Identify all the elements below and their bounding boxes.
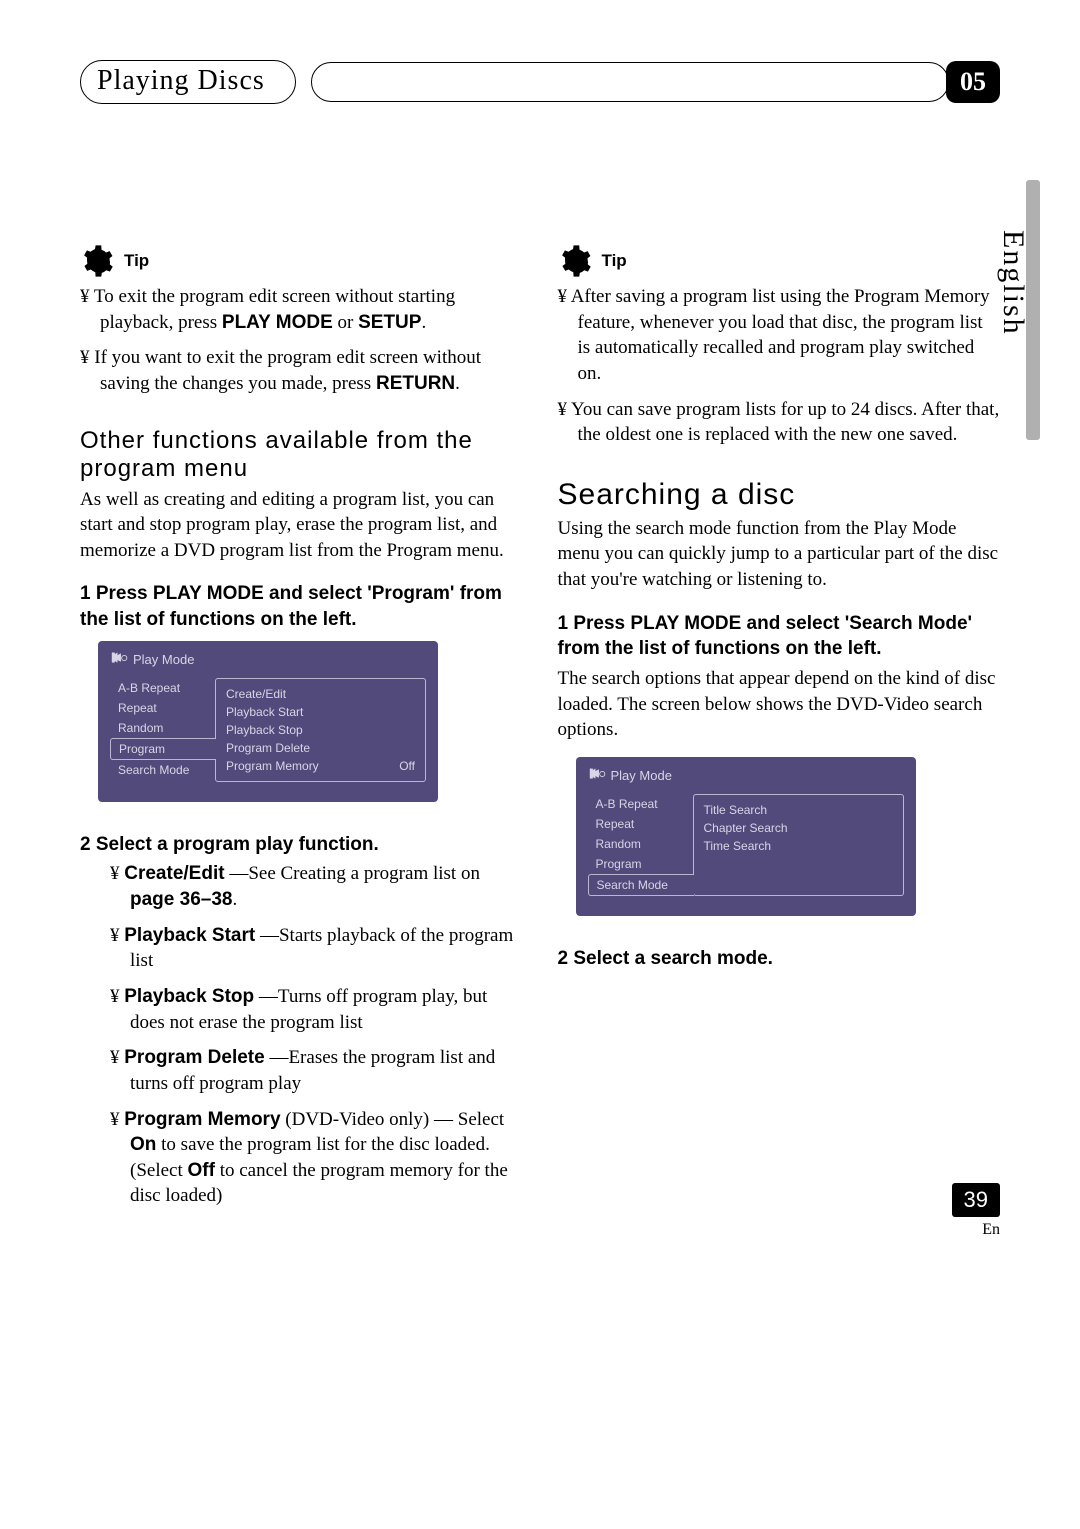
function-item: Playback Start —Starts playback of the p… [110,923,523,974]
tip-list: After saving a program list using the Pr… [558,284,1001,448]
tip-header: Tip [80,244,523,278]
osd-menu-item-selected: Program [110,738,216,760]
tip-label: Tip [602,251,627,271]
section-heading: Searching a disc [558,478,1001,512]
page-header: Playing Discs 05 [80,60,1000,104]
osd-left-list: A-B Repeat Repeat Random Program Search … [588,794,693,896]
section-title-pill: Playing Discs [80,60,296,104]
osd-option: Time Search [704,837,893,855]
header-spacer-pill [311,62,949,102]
osd-option: Playback Stop [226,721,415,739]
osd-option: Title Search [704,801,893,819]
page-footer: 39 En [952,1183,1000,1239]
osd-title: Play Mode [110,651,426,668]
osd-menu-item: A-B Repeat [110,678,215,698]
osd-option: Create/Edit [226,685,415,703]
tip-item: After saving a program list using the Pr… [558,284,1001,387]
tip-header: Tip [558,244,1001,278]
gear-icon [80,244,114,278]
osd-menu-item: Random [588,834,693,854]
osd-option: Chapter Search [704,819,893,837]
osd-option: Program Delete [226,739,415,757]
function-list: Create/Edit —See Creating a program list… [80,861,523,1209]
function-item: Program Delete —Erases the program list … [110,1045,523,1096]
osd-play-mode-program: Play Mode A-B Repeat Repeat Random Progr… [98,641,438,802]
osd-menu-item: Program [588,854,693,874]
pointer-icon [110,651,128,668]
body-text: The search options that appear depend on… [558,666,1001,743]
step-heading: 1 Press PLAY MODE and select 'Search Mod… [558,611,1001,662]
step-heading: 2 Select a search mode. [558,946,1001,972]
tip-item: To exit the program edit screen without … [80,284,523,335]
tip-item: You can save program lists for up to 24 … [558,397,1001,448]
function-item: Program Memory (DVD-Video only) — Select… [110,1107,523,1210]
osd-play-mode-search: Play Mode A-B Repeat Repeat Random Progr… [576,757,916,916]
body-text: As well as creating and editing a progra… [80,487,523,564]
step-heading: 2 Select a program play function. [80,832,523,858]
osd-left-list: A-B Repeat Repeat Random Program Search … [110,678,215,782]
osd-right-panel: Create/Edit Playback Start Playback Stop… [215,678,426,782]
page-number: 39 [952,1183,1000,1217]
osd-right-panel: Title Search Chapter Search Time Search [693,794,904,896]
right-column: Tip After saving a program list using th… [558,244,1001,1219]
gear-icon [558,244,592,278]
osd-option: Playback Start [226,703,415,721]
osd-menu-item-selected: Search Mode [588,874,694,896]
chapter-number-badge: 05 [946,61,1000,103]
function-item: Create/Edit —See Creating a program list… [110,861,523,912]
pointer-icon [588,767,606,784]
tip-label: Tip [124,251,149,271]
language-label: English [996,230,1030,336]
step-heading: 1 Press PLAY MODE and select 'Program' f… [80,581,523,632]
osd-title-text: Play Mode [611,768,672,783]
osd-title: Play Mode [588,767,904,784]
tip-item: If you want to exit the program edit scr… [80,345,523,396]
function-item: Playback Stop —Turns off program play, b… [110,984,523,1035]
subsection-heading: Other functions available from the progr… [80,427,523,483]
tip-list: To exit the program edit screen without … [80,284,523,397]
left-column: Tip To exit the program edit screen with… [80,244,523,1219]
osd-menu-item: Repeat [110,698,215,718]
osd-menu-item: Random [110,718,215,738]
osd-menu-item: A-B Repeat [588,794,693,814]
osd-menu-item: Repeat [588,814,693,834]
osd-menu-item: Search Mode [110,760,215,780]
page-language-code: En [952,1221,1000,1239]
body-text: Using the search mode function from the … [558,516,1001,593]
osd-title-text: Play Mode [133,652,194,667]
osd-option: Program MemoryOff [226,757,415,775]
